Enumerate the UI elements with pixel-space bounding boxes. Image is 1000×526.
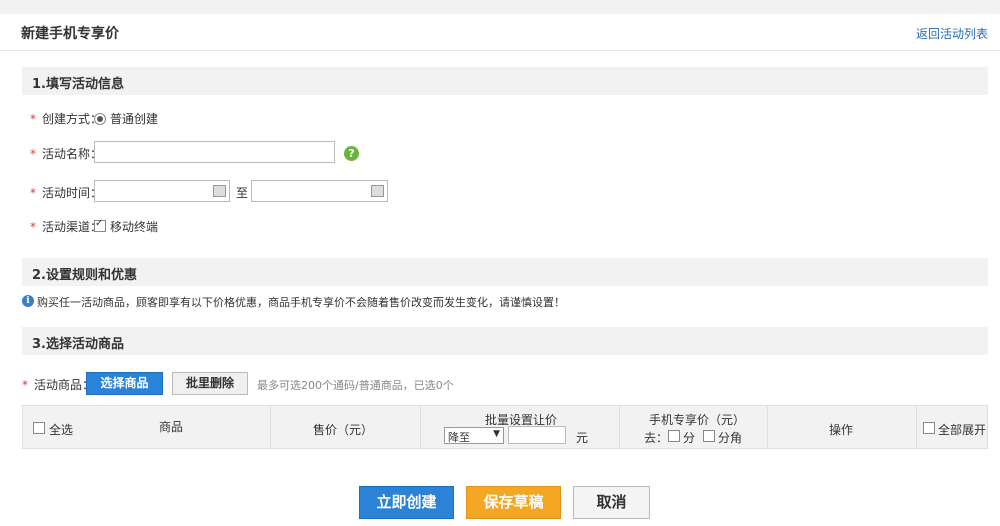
channel-checkbox[interactable] <box>94 218 106 232</box>
mobile-prefix: 去： <box>644 431 669 445</box>
section-title: 3.选择活动商品 <box>32 337 124 352</box>
batch-mode-select[interactable]: 降至 ▼ <box>444 427 504 444</box>
activity-time-row: * 活动时间： <box>30 184 102 208</box>
required-star: * <box>22 378 28 392</box>
required-star: * <box>30 147 36 161</box>
expand-all-checkbox[interactable] <box>923 422 935 434</box>
select-all-label: 全选 <box>49 423 74 437</box>
start-time-input[interactable] <box>94 180 230 202</box>
required-star: * <box>30 186 36 200</box>
activity-name-label: 活动名称： <box>42 147 103 161</box>
products-label: 活动商品： <box>34 378 95 392</box>
col-action: 操作 <box>829 423 854 437</box>
help-icon[interactable]: ? <box>344 146 359 161</box>
batch-mode-value: 降至 <box>448 431 470 444</box>
round-jiao-label: 分角 <box>718 431 743 445</box>
info-icon: i <box>22 295 34 307</box>
create-mode-value: 普通创建 <box>110 112 159 126</box>
section-title: 2.设置规则和优惠 <box>32 268 137 283</box>
batch-unit: 元 <box>576 431 589 445</box>
page-header: 新建手机专享价 返回活动列表 <box>0 14 1000 51</box>
calendar-icon[interactable] <box>371 185 384 197</box>
products-hint: 最多可选200个通码/普通商品，已选0个 <box>257 379 454 392</box>
create-mode-radio[interactable] <box>94 113 106 125</box>
section-title: 1.填写活动信息 <box>32 77 124 92</box>
save-draft-button[interactable]: 保存草稿 <box>466 486 561 519</box>
products-row: * 活动商品： <box>22 376 94 393</box>
activity-name-input[interactable] <box>94 141 335 163</box>
back-to-list-link[interactable]: 返回活动列表 <box>916 25 988 42</box>
col-price: 售价（元） <box>313 423 374 437</box>
channel-label: 活动渠道： <box>42 220 103 234</box>
end-time-input[interactable] <box>251 180 388 202</box>
activity-name-row: * 活动名称： <box>30 145 102 169</box>
required-star: * <box>30 112 36 126</box>
page-title: 新建手机专享价 <box>21 26 119 42</box>
batch-price-input[interactable] <box>508 426 566 444</box>
round-fen-label: 分 <box>683 431 696 445</box>
batch-delete-button[interactable]: 批里删除 <box>172 372 248 395</box>
create-now-button[interactable]: 立即创建 <box>359 486 454 519</box>
column-divider <box>767 406 768 448</box>
time-separator: 至 <box>236 186 249 200</box>
notice-text: 购买任一活动商品，顾客即享有以下价格优惠，商品手机专享价不会随着售价改变而发生变… <box>37 296 565 309</box>
column-divider <box>619 406 620 448</box>
top-strip <box>0 0 1000 14</box>
required-star: * <box>30 220 36 234</box>
round-jiao-checkbox[interactable] <box>703 430 715 442</box>
section-activity-info: 1.填写活动信息 <box>22 67 988 95</box>
cancel-button[interactable]: 取消 <box>573 486 650 519</box>
products-table-header: 全选 商品 售价（元） 批量设置让价 降至 ▼ 元 手机专享价（元） 去： 分 … <box>22 405 988 449</box>
section-products: 3.选择活动商品 <box>22 327 988 355</box>
chevron-down-icon: ▼ <box>493 429 500 439</box>
col-mobile-price: 手机专享价（元） <box>649 413 746 427</box>
section-rules: 2.设置规则和优惠 <box>22 258 988 286</box>
channel-row: * 活动渠道： <box>30 218 102 242</box>
select-products-button[interactable]: 选择商品 <box>86 372 163 395</box>
column-divider <box>270 406 271 448</box>
create-mode-row: * 创建方式： <box>30 110 102 134</box>
expand-all-label: 全部展开 <box>938 423 987 437</box>
create-mode-label: 创建方式： <box>42 112 103 126</box>
column-divider <box>916 406 917 448</box>
round-fen-checkbox[interactable] <box>668 430 680 442</box>
column-divider <box>420 406 421 448</box>
select-all-checkbox[interactable] <box>33 422 45 434</box>
activity-time-label: 活动时间： <box>42 186 103 200</box>
channel-value: 移动终端 <box>110 220 159 234</box>
calendar-icon[interactable] <box>213 185 226 197</box>
col-product: 商品 <box>159 420 184 434</box>
